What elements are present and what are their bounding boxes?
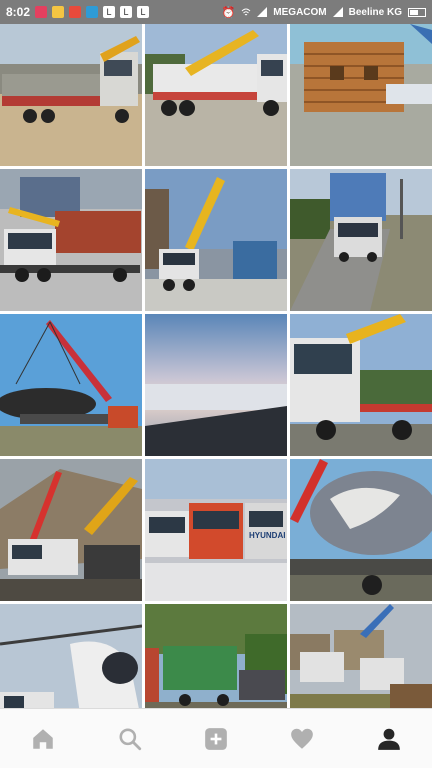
status-bar: 8:02 L L L ⏰ MEGACOM Beeline KG bbox=[0, 0, 432, 24]
search-icon bbox=[119, 727, 141, 750]
photo-thumbnail bbox=[290, 459, 432, 601]
photo-tile[interactable] bbox=[0, 24, 142, 166]
alarm-icon: ⏰ bbox=[221, 6, 236, 19]
nav-profile[interactable] bbox=[367, 717, 411, 761]
photo-thumbnail bbox=[145, 169, 287, 311]
nav-add-post[interactable] bbox=[194, 717, 238, 761]
photo-thumbnail bbox=[0, 459, 142, 601]
truck-brand-label: HYUNDAI bbox=[249, 531, 286, 540]
download-icon bbox=[69, 6, 82, 18]
photo-tile[interactable] bbox=[290, 604, 432, 708]
l-icon: L bbox=[120, 6, 133, 18]
photo-thumbnail bbox=[290, 169, 432, 311]
battery-icon bbox=[408, 7, 426, 17]
nav-home[interactable] bbox=[21, 717, 65, 761]
photo-thumbnail bbox=[0, 169, 142, 311]
photo-thumbnail bbox=[290, 24, 432, 166]
photo-grid: HYUNDAI bbox=[0, 24, 432, 708]
signal-icon bbox=[257, 7, 268, 17]
photo-thumbnail bbox=[0, 314, 142, 456]
photo-tile[interactable] bbox=[145, 314, 287, 456]
photo-thumbnail bbox=[145, 604, 287, 708]
profile-icon bbox=[377, 728, 400, 750]
photo-thumbnail bbox=[145, 459, 287, 601]
heart-icon bbox=[291, 728, 314, 749]
photo-tile[interactable] bbox=[290, 314, 432, 456]
signal-icon bbox=[332, 7, 343, 17]
home-icon bbox=[33, 728, 53, 749]
photo-tile[interactable] bbox=[145, 604, 287, 708]
add-post-icon bbox=[205, 727, 227, 750]
photo-tile[interactable] bbox=[290, 459, 432, 601]
photo-tile[interactable] bbox=[145, 169, 287, 311]
gallery-icon bbox=[52, 6, 65, 18]
photo-thumbnail bbox=[290, 314, 432, 456]
l-icon: L bbox=[137, 6, 150, 18]
instagram-icon bbox=[35, 6, 48, 18]
photo-thumbnail bbox=[145, 24, 287, 166]
photo-tile[interactable] bbox=[290, 169, 432, 311]
carrier-name: MEGACOM bbox=[273, 6, 327, 18]
photo-thumbnail bbox=[0, 24, 142, 166]
nav-activity[interactable] bbox=[280, 717, 324, 761]
photo-tile[interactable]: HYUNDAI bbox=[145, 459, 287, 601]
l-icon: L bbox=[103, 6, 116, 18]
photo-thumbnail bbox=[0, 604, 142, 708]
photo-tile[interactable] bbox=[145, 24, 287, 166]
photo-thumbnail bbox=[290, 604, 432, 708]
photo-tile[interactable] bbox=[0, 314, 142, 456]
photo-tile[interactable] bbox=[0, 459, 142, 601]
photo-thumbnail bbox=[145, 314, 287, 456]
bottom-nav bbox=[0, 708, 432, 768]
nav-search[interactable] bbox=[108, 717, 152, 761]
photo-tile[interactable] bbox=[290, 24, 432, 166]
carrier-name: Beeline KG bbox=[348, 6, 402, 18]
wifi-icon bbox=[241, 8, 251, 16]
status-time: 8:02 bbox=[6, 5, 31, 19]
photo-tile[interactable] bbox=[0, 169, 142, 311]
photo-tile[interactable] bbox=[0, 604, 142, 708]
app-icon bbox=[86, 6, 99, 18]
